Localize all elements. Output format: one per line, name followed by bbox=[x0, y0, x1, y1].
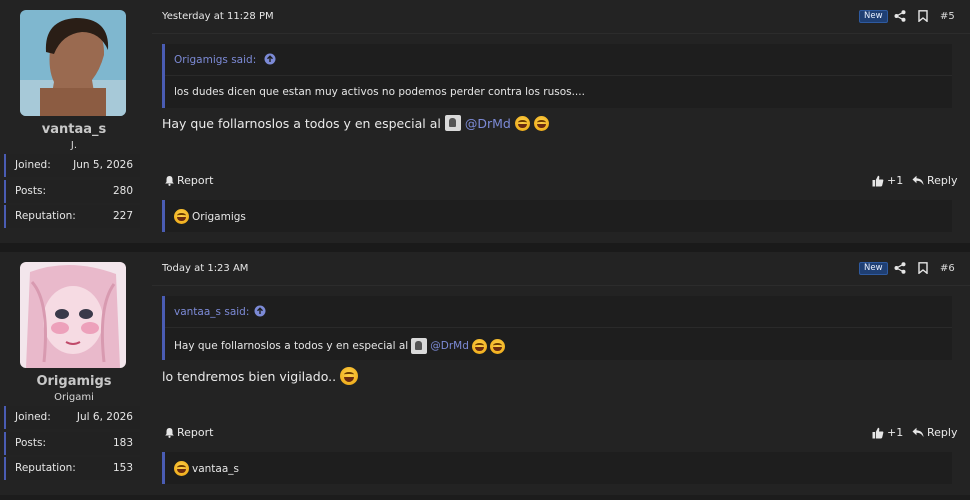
quote-header: vantaa_s said: bbox=[165, 296, 952, 328]
stat-value: 280 bbox=[112, 184, 133, 197]
stat-label: Reputation: bbox=[15, 462, 76, 474]
post-actions: Report +1 Reply bbox=[152, 424, 970, 444]
thumbs-up-icon bbox=[872, 427, 884, 438]
stat-reputation: Reputation: 227 bbox=[4, 205, 140, 228]
stat-joined: Joined: Jun 5, 2026 bbox=[4, 154, 140, 177]
quote-author[interactable]: Origamigs said: bbox=[174, 54, 256, 66]
post-actions: Report +1 Reply bbox=[152, 172, 970, 192]
mention-avatar bbox=[411, 338, 428, 354]
reply-button[interactable]: Reply bbox=[912, 174, 957, 187]
quote-header: Origamigs said: bbox=[165, 44, 952, 76]
user-title: Origami bbox=[54, 392, 94, 403]
quote-author[interactable]: vantaa_s said: bbox=[174, 306, 249, 318]
like-button[interactable]: +1 bbox=[872, 426, 903, 439]
arrow-up-circle-icon[interactable] bbox=[264, 53, 276, 65]
post-date[interactable]: Yesterday at 11:28 PM bbox=[162, 11, 274, 22]
new-badge: New bbox=[859, 10, 888, 23]
mention-avatar bbox=[444, 115, 461, 131]
quote-block: Origamigs said: los dudes dicen que esta… bbox=[162, 44, 952, 108]
post-number[interactable]: #5 bbox=[940, 11, 955, 22]
user-mention[interactable]: @DrMd bbox=[465, 116, 511, 131]
laughing-emoji-icon bbox=[174, 209, 189, 224]
message-text: lo tendremos bien vigilado.. bbox=[162, 368, 337, 384]
user-mention[interactable]: @DrMd bbox=[430, 340, 469, 352]
post-content: Yesterday at 11:28 PM New #5 Origamigs s… bbox=[152, 0, 970, 243]
stat-label: Reputation: bbox=[15, 210, 76, 222]
report-label: Report bbox=[177, 174, 214, 187]
reaction-item[interactable]: Origamigs bbox=[174, 209, 246, 224]
avatar[interactable] bbox=[20, 10, 126, 116]
stat-value: Jul 6, 2026 bbox=[76, 411, 133, 423]
post-meta: Yesterday at 11:28 PM New #5 bbox=[152, 0, 970, 34]
report-label: Report bbox=[177, 426, 214, 439]
laughing-emoji-icon bbox=[174, 461, 189, 476]
reply-arrow-icon bbox=[912, 175, 924, 185]
report-button[interactable]: Report bbox=[164, 426, 213, 439]
reactions-bar: vantaa_s bbox=[162, 452, 952, 484]
bell-icon bbox=[165, 428, 174, 438]
new-badge: New bbox=[859, 262, 888, 275]
stat-value: Jun 5, 2026 bbox=[73, 159, 133, 171]
post-number[interactable]: #6 bbox=[940, 263, 955, 274]
reaction-user[interactable]: vantaa_s bbox=[192, 463, 239, 475]
stat-joined: Joined: Jul 6, 2026 bbox=[4, 406, 140, 429]
stat-posts: Posts: 280 bbox=[4, 179, 140, 203]
user-title: J. bbox=[70, 140, 78, 151]
thumbs-up-icon bbox=[872, 175, 884, 186]
post-meta: Today at 1:23 AM New #6 bbox=[152, 252, 970, 286]
stat-value: 183 bbox=[112, 436, 133, 449]
reactions-bar: Origamigs bbox=[162, 200, 952, 232]
reply-arrow-icon bbox=[912, 427, 924, 437]
message-text: Hay que follarnoslos a todos y en especi… bbox=[162, 115, 441, 131]
laughing-emoji-icon bbox=[489, 338, 505, 354]
stat-reputation: Reputation: 153 bbox=[4, 457, 140, 480]
quote-body-text: Hay que follarnoslos a todos y en especi… bbox=[174, 340, 409, 352]
post-5: vantaa_s J. Joined: Jun 5, 2026 Posts: 2… bbox=[0, 0, 970, 243]
user-stats: Joined: Jun 5, 2026 Posts: 280 Reputatio… bbox=[4, 154, 140, 231]
reply-label: Reply bbox=[927, 174, 958, 187]
stat-value: 227 bbox=[112, 210, 133, 222]
user-stats: Joined: Jul 6, 2026 Posts: 183 Reputatio… bbox=[4, 406, 140, 483]
stat-value: 153 bbox=[112, 462, 133, 474]
laughing-emoji-icon bbox=[340, 367, 359, 385]
quote-text: los dudes dicen que estan muy activos no… bbox=[174, 86, 585, 98]
bookmark-icon[interactable] bbox=[918, 10, 928, 22]
laughing-emoji-icon bbox=[471, 338, 487, 354]
like-button[interactable]: +1 bbox=[872, 174, 903, 187]
user-info: Origamigs Origami Joined: Jul 6, 2026 Po… bbox=[0, 252, 148, 495]
quote-block: vantaa_s said: Hay que follarnoslos a to… bbox=[162, 296, 952, 360]
stat-label: Joined: bbox=[15, 411, 51, 423]
stat-label: Joined: bbox=[15, 159, 51, 171]
quote-text: Hay que follarnoslos a todos y en especi… bbox=[174, 338, 505, 354]
arrow-up-circle-icon[interactable] bbox=[254, 305, 266, 317]
like-count: +1 bbox=[887, 426, 904, 439]
message-body: lo tendremos bien vigilado.. bbox=[162, 367, 359, 385]
stat-posts: Posts: 183 bbox=[4, 431, 140, 455]
stat-label: Posts: bbox=[15, 184, 46, 197]
username[interactable]: vantaa_s bbox=[0, 122, 148, 137]
username[interactable]: Origamigs bbox=[0, 374, 148, 389]
laughing-emoji-icon bbox=[533, 115, 549, 131]
reaction-item[interactable]: vantaa_s bbox=[174, 461, 239, 476]
user-info: vantaa_s J. Joined: Jun 5, 2026 Posts: 2… bbox=[0, 0, 148, 243]
post-6: Origamigs Origami Joined: Jul 6, 2026 Po… bbox=[0, 252, 970, 495]
quote-body-text: los dudes dicen que estan muy activos no… bbox=[174, 86, 585, 98]
share-icon[interactable] bbox=[894, 262, 906, 274]
laughing-emoji-icon bbox=[514, 115, 530, 131]
report-button[interactable]: Report bbox=[164, 174, 213, 187]
bookmark-icon[interactable] bbox=[918, 262, 928, 274]
share-icon[interactable] bbox=[894, 10, 906, 22]
post-divider bbox=[0, 243, 970, 252]
reply-label: Reply bbox=[927, 426, 958, 439]
bell-icon bbox=[165, 176, 174, 186]
avatar[interactable] bbox=[20, 262, 126, 368]
post-content: Today at 1:23 AM New #6 vantaa_s said: H… bbox=[152, 252, 970, 495]
stat-label: Posts: bbox=[15, 436, 46, 449]
message-body: Hay que follarnoslos a todos y en especi… bbox=[162, 115, 549, 131]
reply-button[interactable]: Reply bbox=[912, 426, 957, 439]
post-date[interactable]: Today at 1:23 AM bbox=[162, 263, 248, 274]
reaction-user[interactable]: Origamigs bbox=[192, 211, 246, 223]
like-count: +1 bbox=[887, 174, 904, 187]
